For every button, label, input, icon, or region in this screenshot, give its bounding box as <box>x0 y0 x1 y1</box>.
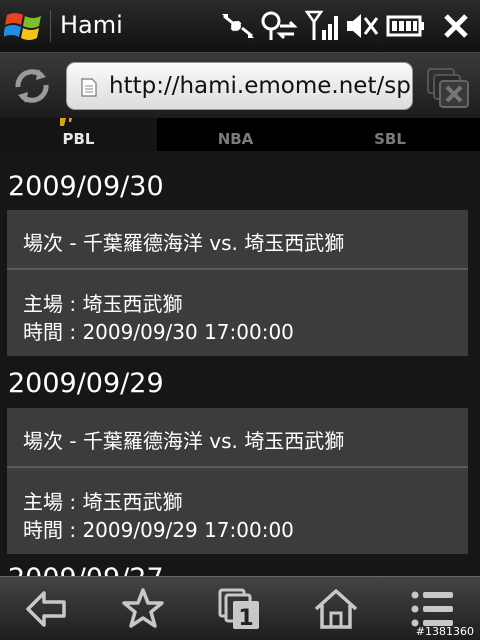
time-text: 時間 : 2009/09/29 17:00:00 <box>23 518 294 542</box>
bottom-toolbar: 1 #1381360 <box>0 576 480 640</box>
close-x-icon[interactable] <box>442 10 470 42</box>
tab-label: SBL <box>374 130 406 148</box>
page-icon <box>81 78 97 97</box>
status-bar: Hami <box>0 0 480 52</box>
date-heading-partial: 2009/09/27 <box>8 563 164 576</box>
tab-nba[interactable]: NBA <box>157 118 314 151</box>
tab-count: 1 <box>238 606 253 631</box>
venue-text: 主場 : 埼玉西武獅 <box>23 490 183 514</box>
card-divider <box>7 268 468 270</box>
url-text: http://hami.emome.net/spo <box>109 73 413 99</box>
match-text: 場次 - 千葉羅德海洋 vs. 埼玉西武獅 <box>23 231 345 255</box>
league-tab-bar: PBL NBA SBL <box>0 118 480 151</box>
tab-label: PBL <box>62 130 95 148</box>
signal-strength-icon <box>305 10 338 40</box>
date-heading: 2009/09/29 <box>8 368 164 399</box>
game-list: 2009/09/30 場次 - 千葉羅德海洋 vs. 埼玉西武獅 主場 : 埼玉… <box>0 151 480 576</box>
refresh-icon[interactable] <box>10 65 54 107</box>
windows-start-icon[interactable] <box>4 7 46 45</box>
pbl-logo-icon <box>60 118 72 126</box>
status-separator <box>50 10 51 42</box>
volume-muted-icon <box>347 14 379 38</box>
tab-label: NBA <box>217 130 254 148</box>
address-bar: http://hami.emome.net/spo <box>0 52 480 118</box>
network-sync-icon <box>222 14 254 38</box>
home-icon[interactable] <box>312 587 360 631</box>
time-text: 時間 : 2009/09/30 17:00:00 <box>23 320 294 344</box>
url-field[interactable]: http://hami.emome.net/spo <box>66 62 413 110</box>
app-title: Hami <box>60 11 123 39</box>
match-text: 場次 - 千葉羅德海洋 vs. 埼玉西武獅 <box>23 429 345 453</box>
favorites-star-icon[interactable] <box>119 587 167 631</box>
tab-sbl[interactable]: SBL <box>314 118 466 151</box>
date-heading: 2009/09/30 <box>8 171 164 202</box>
tabs-close-icon[interactable] <box>424 65 472 109</box>
tab-pbl[interactable]: PBL <box>0 118 157 151</box>
tabs-icon[interactable]: 1 <box>216 587 264 631</box>
battery-icon <box>386 15 424 37</box>
venue-text: 主場 : 埼玉西武獅 <box>23 292 183 316</box>
watermark: #1381360 <box>415 625 474 638</box>
game-card[interactable]: 場次 - 千葉羅德海洋 vs. 埼玉西武獅 主場 : 埼玉西武獅 時間 : 20… <box>7 210 468 356</box>
game-card[interactable]: 場次 - 千葉羅德海洋 vs. 埼玉西武獅 主場 : 埼玉西武獅 時間 : 20… <box>7 408 468 554</box>
data-connection-icon <box>261 11 298 40</box>
back-arrow-icon[interactable] <box>22 587 70 631</box>
card-divider <box>7 466 468 468</box>
